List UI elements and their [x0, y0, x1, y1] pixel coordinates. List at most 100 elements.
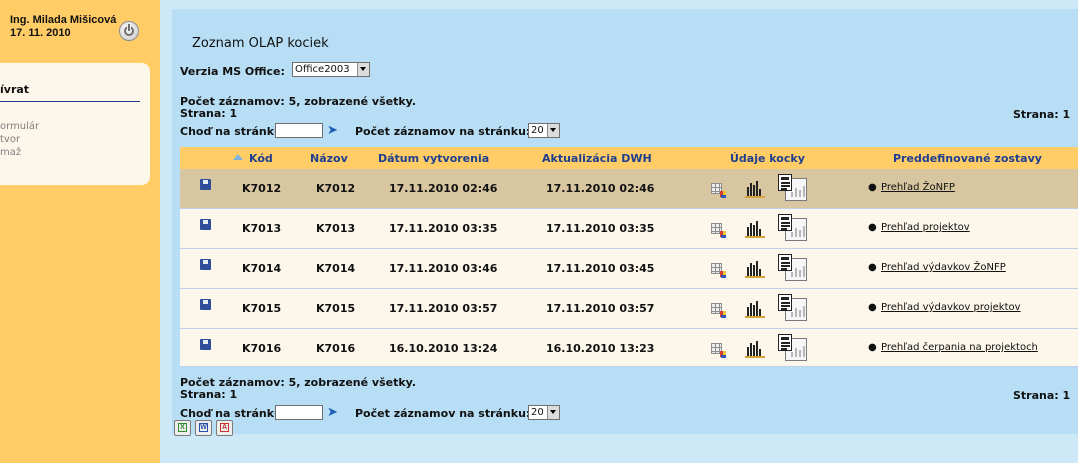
table-row: K7013 K7013 17.11.2010 03:35 17.11.2010 03:… [180, 209, 1078, 249]
cell-name: K7012 [316, 182, 356, 195]
sidebar-title[interactable]: ívrat [0, 83, 29, 96]
per-page-select-top[interactable]: 20 [528, 123, 560, 138]
cell-code: K7013 [242, 222, 282, 235]
bullet-icon: ● [868, 182, 877, 193]
report-link[interactable]: Prehľad čerpania na projektoch [881, 342, 1038, 353]
report-icon[interactable] [778, 294, 808, 322]
report-icon[interactable] [778, 174, 808, 202]
header-name[interactable]: Názov [310, 152, 348, 165]
table-row: K7012 K7012 17.11.2010 02:46 17.11.2010 02:… [180, 169, 1078, 209]
bar-chart-icon[interactable] [745, 180, 765, 198]
olap-cube-icon[interactable] [711, 303, 727, 319]
chevron-down-icon [547, 124, 559, 137]
olap-cube-icon[interactable] [711, 343, 727, 359]
save-icon[interactable] [200, 339, 211, 350]
header-created[interactable]: Dátum vytvorenia [378, 152, 489, 165]
bullet-icon: ● [868, 222, 877, 233]
olap-cube-icon[interactable] [711, 223, 727, 239]
user-name: Ing. Milada Mišicová [10, 14, 117, 26]
cell-updated: 17.11.2010 03:45 [546, 262, 655, 275]
export-word-button[interactable]: W [195, 420, 212, 436]
page-info-bottom-left: Strana: 1 [180, 388, 238, 401]
report-link[interactable]: Prehľad výdavkov ŽoNFP [881, 262, 1006, 273]
save-icon[interactable] [200, 299, 211, 310]
sidebar-item-create[interactable]: tvor [0, 134, 20, 145]
olap-cube-icon[interactable] [711, 183, 727, 199]
excel-icon: X [178, 423, 187, 432]
go-arrow-icon[interactable]: ➤ [327, 123, 338, 138]
logout-button[interactable] [119, 21, 139, 41]
cell-created: 17.11.2010 02:46 [389, 182, 498, 195]
word-icon: W [199, 423, 208, 432]
cell-created: 17.11.2010 03:57 [389, 302, 498, 315]
cell-name: K7013 [316, 222, 356, 235]
goto-label-bottom: Choď na stránku: [180, 407, 287, 420]
per-page-select-bottom[interactable]: 20 [528, 405, 560, 420]
sidebar: Ing. Milada Mišicová 17. 11. 2010 ívrat … [0, 0, 160, 463]
export-pdf-button[interactable]: A [216, 420, 233, 436]
cell-code: K7012 [242, 182, 282, 195]
goto-label-top: Choď na stránku: [180, 125, 287, 138]
report-link[interactable]: Prehľad výdavkov projektov [881, 302, 1021, 313]
sort-ascending-icon[interactable] [233, 154, 243, 160]
main-content: Zoznam OLAP kociek Verzia MS Office: Off… [160, 0, 1078, 463]
cell-updated: 16.10.2010 13:23 [546, 342, 655, 355]
cell-created: 17.11.2010 03:35 [389, 222, 498, 235]
user-info: Ing. Milada Mišicová 17. 11. 2010 [10, 14, 116, 40]
report-icon[interactable] [778, 254, 808, 282]
report-link[interactable]: Prehľad ŽoNFP [881, 182, 955, 193]
bar-chart-icon[interactable] [745, 220, 765, 238]
bar-chart-icon[interactable] [745, 300, 765, 318]
version-select-value: Office2003 [295, 64, 350, 75]
page-info-bottom-right: Strana: 1 [1013, 389, 1071, 402]
table-row: K7014 K7014 17.11.2010 03:46 17.11.2010 03:… [180, 249, 1078, 289]
cell-updated: 17.11.2010 03:35 [546, 222, 655, 235]
cell-created: 16.10.2010 13:24 [389, 342, 498, 355]
per-page-value: 20 [531, 125, 544, 136]
header-reports: Preddefinované zostavy [893, 152, 1042, 165]
export-excel-button[interactable]: X [174, 420, 191, 436]
table-header: Kód Názov Dátum vytvorenia Aktualizácia … [180, 147, 1078, 169]
per-page-label-top: Počet záznamov na stránku: [355, 125, 531, 138]
per-page-value: 20 [531, 407, 544, 418]
chevron-down-icon [547, 406, 559, 419]
cell-name: K7016 [316, 342, 356, 355]
save-icon[interactable] [200, 259, 211, 270]
cell-created: 17.11.2010 03:46 [389, 262, 498, 275]
table-row: K7016 K7016 16.10.2010 13:24 16.10.2010 13:… [180, 329, 1078, 367]
sidebar-item-form[interactable]: ormulár [0, 121, 39, 132]
report-icon[interactable] [778, 214, 808, 242]
table-row: K7015 K7015 17.11.2010 03:57 17.11.2010 03:… [180, 289, 1078, 329]
goto-input-bottom[interactable] [275, 405, 323, 420]
version-select[interactable]: Office2003 [292, 62, 370, 77]
sidebar-menu: ívrat ormulár tvor maž [0, 63, 150, 185]
olap-cube-icon[interactable] [711, 263, 727, 279]
version-label: Verzia MS Office: [180, 65, 285, 78]
cell-name: K7015 [316, 302, 356, 315]
header-cube-data: Údaje kocky [730, 152, 805, 165]
page-info-top-right: Strana: 1 [1013, 108, 1071, 121]
report-link[interactable]: Prehľad projektov [881, 222, 970, 233]
per-page-label-bottom: Počet záznamov na stránku: [355, 407, 531, 420]
cell-name: K7014 [316, 262, 356, 275]
cell-updated: 17.11.2010 02:46 [546, 182, 655, 195]
sidebar-item-delete[interactable]: maž [0, 147, 21, 158]
cell-code: K7016 [242, 342, 282, 355]
header-updated[interactable]: Aktualizácia DWH [542, 152, 652, 165]
page-info-top-left: Strana: 1 [180, 107, 238, 120]
bullet-icon: ● [868, 342, 877, 353]
save-icon[interactable] [200, 219, 211, 230]
chevron-down-icon [357, 63, 369, 76]
header-code[interactable]: Kód [249, 152, 273, 165]
pdf-icon: A [220, 423, 229, 432]
go-arrow-icon[interactable]: ➤ [327, 405, 338, 420]
bullet-icon: ● [868, 302, 877, 313]
save-icon[interactable] [200, 179, 211, 190]
page-title: Zoznam OLAP kociek [192, 36, 329, 51]
goto-input-top[interactable] [275, 123, 323, 138]
bar-chart-icon[interactable] [745, 260, 765, 278]
content-panel: Zoznam OLAP kociek Verzia MS Office: Off… [172, 9, 1078, 434]
cell-updated: 17.11.2010 03:57 [546, 302, 655, 315]
report-icon[interactable] [778, 334, 808, 362]
bar-chart-icon[interactable] [745, 340, 765, 358]
